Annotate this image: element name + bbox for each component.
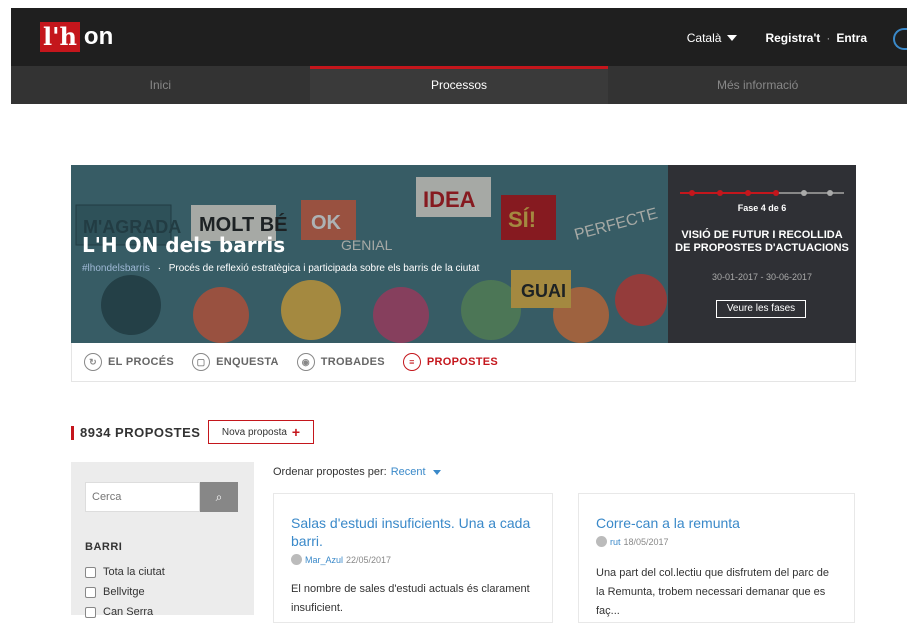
phase-dot-5 [801, 190, 807, 196]
proposals-icon: ≡ [402, 353, 421, 371]
nav-item-processos[interactable]: Processos [309, 66, 609, 104]
process-subtitle: #lhondelsbarris · Procés de reflexió est… [82, 263, 479, 274]
proposal-card[interactable]: Corre-can a la remunta rut 18/05/2017 Un… [578, 493, 855, 623]
tab-enquesta[interactable]: ▢ ENQUESTA [192, 353, 279, 371]
top-bar: l'h on Català Registra't · Entra [11, 8, 907, 66]
view-phases-button[interactable]: Veure les fases [716, 300, 806, 318]
proposal-author[interactable]: rut [610, 537, 621, 547]
sort-select[interactable]: Recent [391, 466, 426, 478]
globe-icon[interactable] [893, 28, 907, 50]
tab-label: PROPOSTES [426, 356, 499, 368]
subtitle-separator: · [157, 263, 161, 274]
tab-label: ENQUESTA [216, 356, 279, 368]
phase-dot-2 [717, 190, 723, 196]
filter-option-label: Tota la ciutat [103, 566, 165, 578]
phase-counter: Fase 4 de 6 [737, 203, 787, 213]
tab-label: EL PROCÉS [108, 356, 175, 368]
logo-mark: l'h [40, 22, 80, 52]
filter-option-label: Bellvitge [103, 586, 145, 598]
phase-dot-3 [745, 190, 751, 196]
tab-label: TROBADES [320, 356, 385, 368]
checkbox[interactable] [85, 566, 96, 578]
phase-dot-1 [689, 190, 695, 196]
proposal-meta: rut 18/05/2017 [596, 536, 669, 547]
proposal-meta: Mar_Azul 22/05/2017 [291, 554, 391, 565]
tab-trobades[interactable]: ◉ TROBADES [296, 353, 385, 371]
language-label: Català [686, 31, 722, 45]
new-proposal-label: Nova proposta [221, 426, 287, 438]
nav-item-inici[interactable]: Inici [11, 66, 310, 104]
proposal-title[interactable]: Salas d'estudi insuficients. Una a cada … [291, 514, 535, 550]
phase-dates: 30-01-2017 - 30-06-2017 [711, 272, 813, 282]
plus-icon: + [291, 424, 301, 440]
process-icon: ↻ [84, 353, 102, 371]
register-link[interactable]: Registra't [765, 31, 820, 45]
proposal-excerpt: Una part del col.lectiu que disfrutem de… [596, 567, 829, 617]
site-logo[interactable]: l'h on [40, 22, 113, 52]
filter-option-bellvitge[interactable]: Bellvitge [85, 586, 145, 598]
separator: · [826, 31, 831, 45]
language-selector[interactable]: Català [687, 31, 738, 45]
phase-panel: Fase 4 de 6 VISIÓ DE FUTUR I RECOLLIDA D… [668, 165, 856, 343]
new-proposal-button[interactable]: Nova proposta + [208, 420, 314, 444]
sort-control: Ordenar propostes per: Recent [273, 466, 441, 478]
proposals-count: 8934 PROPOSTES [71, 425, 200, 440]
survey-icon: ▢ [192, 353, 211, 371]
search-icon[interactable]: ⌕ [200, 482, 238, 512]
filter-option-label: Can Serra [103, 606, 154, 618]
user-menu: Català Registra't · Entra [687, 31, 867, 45]
process-hashtag[interactable]: #lhondelsbarris [82, 263, 150, 274]
location-icon: ◉ [296, 353, 315, 371]
avatar [596, 536, 607, 547]
phase-name: VISIÓ DE FUTUR I RECOLLIDA DE PROPOSTES … [675, 229, 849, 254]
main-nav: Inici Processos Més informació [11, 66, 907, 104]
phase-progress [680, 190, 844, 196]
filter-option-tota-la-ciutat[interactable]: Tota la ciutat [85, 566, 165, 578]
phase-dot-6 [827, 190, 833, 196]
count-accent-bar [71, 425, 74, 440]
process-hero-banner: M'AGRADA MOLT BÉ OK IDEA SÍ! GENIAL PERF… [71, 165, 856, 343]
phase-dot-4 [773, 190, 779, 196]
search-input[interactable] [85, 482, 200, 512]
proposal-date: 18/05/2017 [623, 536, 669, 547]
proposal-excerpt: El nombre de sales d'estudi actuals és c… [291, 583, 530, 614]
process-title: L'H ON dels barris [82, 233, 286, 257]
proposals-count-label: 8934 PROPOSTES [80, 425, 201, 440]
chevron-down-icon [727, 35, 738, 41]
nav-item-mes-informacio[interactable]: Més informació [608, 66, 907, 104]
checkbox[interactable] [85, 606, 96, 618]
filter-option-can-serra[interactable]: Can Serra [85, 606, 153, 618]
process-description: Procés de reflexió estratègica i partici… [168, 263, 480, 274]
filter-title: BARRI [85, 541, 123, 553]
proposal-card[interactable]: Salas d'estudi insuficients. Una a cada … [273, 493, 553, 623]
proposal-title[interactable]: Corre-can a la remunta [596, 514, 837, 532]
proposal-date: 22/05/2017 [346, 554, 392, 565]
login-link[interactable]: Entra [836, 31, 867, 45]
filter-sidebar: ⌕ BARRI Tota la ciutat Bellvitge Can Ser… [71, 462, 254, 618]
sort-label: Ordenar propostes per: [273, 466, 387, 478]
tab-propostes[interactable]: ≡ PROPOSTES [402, 353, 499, 371]
proposal-author[interactable]: Mar_Azul [305, 555, 343, 565]
checkbox[interactable] [85, 586, 96, 598]
tab-el-proces[interactable]: ↻ EL PROCÉS [84, 353, 174, 371]
avatar [291, 554, 302, 565]
search-box: ⌕ [85, 482, 238, 512]
logo-text: on [83, 23, 114, 50]
chevron-down-icon[interactable] [432, 469, 441, 475]
process-tabs: ↻ EL PROCÉS ▢ ENQUESTA ◉ TROBADES ≡ PROP… [71, 343, 856, 382]
